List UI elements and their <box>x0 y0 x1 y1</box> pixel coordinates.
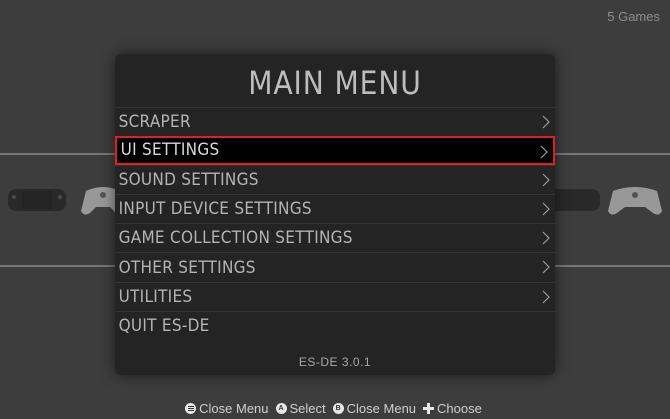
menu-item-quit-es-de[interactable]: QUIT ES-DE <box>115 311 555 340</box>
chevron-right-icon <box>542 290 550 304</box>
controller-icon <box>608 187 662 215</box>
menu-list: SCRAPER UI SETTINGS SOUND SETTINGS INPUT DE… <box>115 107 555 340</box>
a-button-icon: A <box>275 402 287 414</box>
menu-title: MAIN MENU <box>248 64 422 102</box>
menu-item-label: QUIT ES-DE <box>118 316 210 337</box>
b-button-icon: B <box>332 402 344 414</box>
menu-item-label: INPUT DEVICE SETTINGS <box>118 199 312 220</box>
menu-item-label: GAME COLLECTION SETTINGS <box>118 228 353 249</box>
chevron-right-icon <box>540 145 548 159</box>
menu-item-sound-settings[interactable]: SOUND SETTINGS <box>115 164 555 194</box>
carousel-item-xbox360-2[interactable] <box>605 175 670 245</box>
menu-item-game-collection-settings[interactable]: GAME COLLECTION SETTINGS <box>115 223 555 252</box>
version-label: ES-DE 3.0.1 <box>298 355 372 369</box>
main-menu-dialog: MAIN MENU SCRAPER UI SETTINGS SOUND SETTIN… <box>115 54 555 375</box>
help-item: A Select <box>275 400 326 416</box>
help-label: Choose <box>437 400 482 416</box>
dpad-icon <box>423 402 435 414</box>
menu-item-label: OTHER SETTINGS <box>118 257 256 278</box>
menu-item-label: UI SETTINGS <box>120 140 220 161</box>
menu-item-label: UTILITIES <box>118 286 193 307</box>
menu-item-scraper[interactable]: SCRAPER <box>115 107 555 136</box>
chevron-right-icon <box>542 115 550 129</box>
chevron-right-icon <box>542 231 550 245</box>
help-bar: Close Menu A Select B Close Menu Choose <box>0 397 670 419</box>
help-item: Choose <box>423 401 482 416</box>
carousel-item-handheld[interactable] <box>2 175 72 245</box>
menu-button-icon <box>185 402 197 414</box>
menu-item-other-settings[interactable]: OTHER SETTINGS <box>115 252 555 281</box>
help-item: B Close Menu <box>332 400 417 416</box>
chevron-right-icon <box>542 202 550 216</box>
menu-item-ui-settings[interactable]: UI SETTINGS <box>115 136 555 165</box>
help-label: Close Menu <box>346 400 417 416</box>
menu-item-label: SOUND SETTINGS <box>118 169 259 190</box>
menu-item-label: SCRAPER <box>118 112 191 133</box>
help-item: Close Menu <box>185 400 269 416</box>
help-label: Close Menu <box>199 400 269 416</box>
handheld-console-icon <box>542 189 600 211</box>
game-count: 5 Games <box>607 9 660 24</box>
chevron-right-icon <box>542 173 550 187</box>
menu-item-input-device-settings[interactable]: INPUT DEVICE SETTINGS <box>115 193 555 223</box>
handheld-console-icon <box>8 189 66 211</box>
chevron-right-icon <box>542 261 550 274</box>
help-label: Select <box>289 400 326 416</box>
menu-item-utilities[interactable]: UTILITIES <box>115 281 555 311</box>
